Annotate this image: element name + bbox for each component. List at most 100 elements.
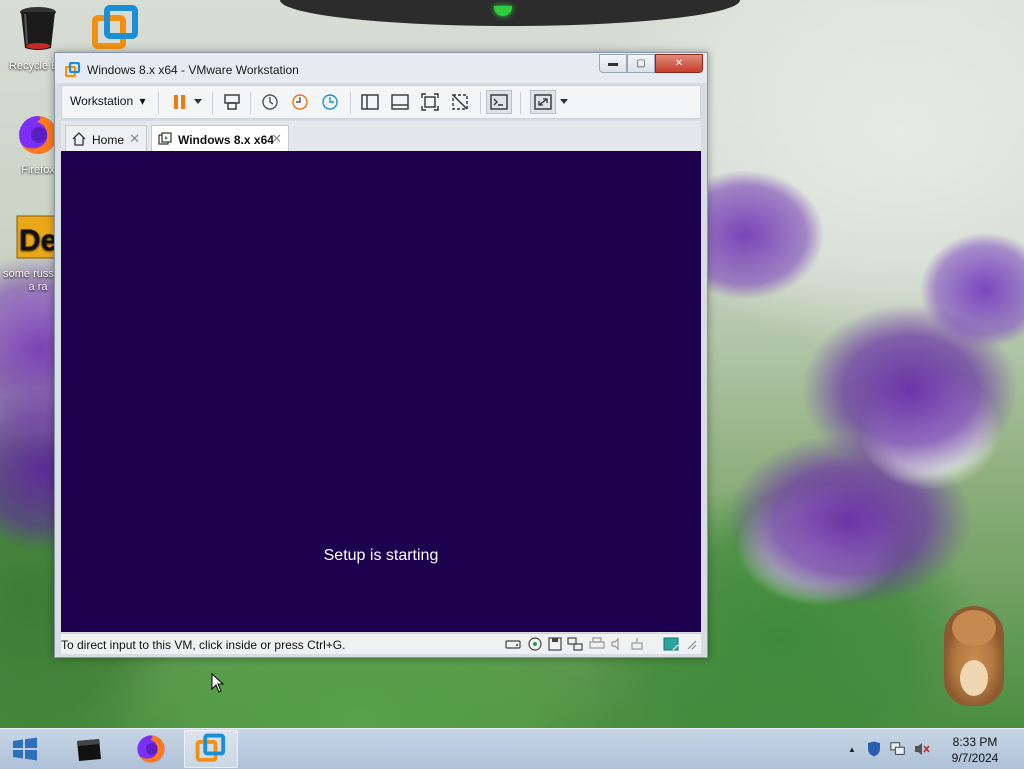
toolbar-separator	[520, 92, 521, 114]
close-button[interactable]: ✕	[655, 54, 703, 73]
pause-button[interactable]	[170, 93, 190, 111]
library-view-button[interactable]	[360, 93, 380, 111]
tray-volume[interactable]	[914, 742, 930, 756]
clock-date: 9/7/2024	[951, 751, 999, 765]
stretch-dropdown-icon	[560, 99, 568, 104]
close-icon[interactable]: ✕	[271, 131, 282, 147]
snapshot-manager-icon	[322, 94, 338, 110]
clock-time: 8:33 PM	[952, 735, 998, 749]
vmware-icon	[92, 5, 138, 49]
tab-home[interactable]: Home ✕	[65, 125, 147, 151]
snapshot-manager-button[interactable]	[320, 93, 340, 111]
send-ctrl-alt-del-button[interactable]	[222, 93, 242, 111]
usb-status[interactable]	[629, 637, 645, 651]
revert-snapshot-button[interactable]	[290, 93, 310, 111]
windows-logo-icon	[13, 737, 37, 761]
floppy-status[interactable]	[547, 637, 563, 651]
dropdown-arrow-icon	[194, 99, 202, 104]
vmware-toolbar: Workstation ▾	[61, 85, 701, 119]
workstation-menu[interactable]: Workstation ▾	[70, 94, 146, 108]
tab-label: Windows 8.x x64	[178, 133, 274, 147]
thumbnail-view-icon	[391, 94, 409, 110]
unity-button[interactable]	[450, 93, 470, 111]
toolbar-separator	[480, 92, 481, 114]
network-tray-icon	[890, 742, 905, 755]
tab-bar: Home ✕ Windows 8.x x64 ✕	[61, 121, 701, 151]
chevron-down-icon: ▾	[139, 94, 146, 108]
minimize-button[interactable]: ▬	[599, 54, 627, 73]
toolbar-separator	[158, 92, 159, 114]
console-view-button[interactable]	[486, 90, 512, 114]
desktop-icon-vmware[interactable]	[80, 4, 152, 58]
stretch-guest-button[interactable]	[530, 90, 556, 114]
vmware-icon	[195, 733, 226, 762]
home-icon	[72, 132, 86, 146]
stretch-dropdown-button[interactable]	[558, 93, 570, 111]
unity-icon	[452, 94, 468, 110]
message-icon	[663, 637, 679, 651]
resize-grip[interactable]	[683, 637, 699, 651]
svg-text:De: De	[19, 224, 57, 257]
toolbar-separator	[350, 92, 351, 114]
toolbar-separator	[250, 92, 251, 114]
stretch-guest-icon	[534, 94, 552, 110]
taskbar: ▲ 8:33 PM 9/7/2024	[0, 728, 1024, 769]
network-status[interactable]	[567, 637, 583, 651]
pause-icon	[174, 95, 185, 109]
printer-icon	[589, 637, 605, 649]
window-title: Windows 8.x x64 - VMware Workstation	[87, 63, 299, 77]
network-icon	[567, 637, 583, 651]
firefox-icon	[137, 735, 165, 763]
resize-grip-icon	[687, 640, 697, 650]
tray-expand-button[interactable]: ▲	[844, 742, 860, 756]
toolbar-separator	[212, 92, 213, 114]
full-screen-icon	[421, 93, 439, 111]
window-titlebar[interactable]: Windows 8.x x64 - VMware Workstation ▬ ▢…	[55, 53, 707, 83]
recycle-bin-icon	[20, 7, 56, 50]
tray-shield[interactable]	[866, 741, 882, 757]
cd-dvd-status[interactable]	[527, 637, 543, 651]
command-prompt-icon	[77, 739, 101, 761]
taskbar-button-command-prompt[interactable]	[62, 730, 116, 768]
message-status[interactable]	[663, 637, 679, 651]
floppy-icon	[548, 637, 562, 651]
setup-status-message: Setup is starting	[323, 547, 439, 564]
tab-windows-vm[interactable]: Windows 8.x x64 ✕	[151, 125, 289, 151]
thumbnail-view-button[interactable]	[390, 93, 410, 111]
vm-statusbar: To direct input to this VM, click inside…	[61, 633, 701, 654]
library-view-icon	[361, 94, 379, 110]
taskbar-clock[interactable]: 8:33 PM 9/7/2024	[938, 734, 1012, 766]
take-snapshot-button[interactable]	[260, 93, 280, 111]
taskbar-button-vmware[interactable]	[184, 730, 238, 768]
cd-dvd-icon	[528, 637, 542, 651]
console-view-icon	[490, 94, 508, 110]
tray-network[interactable]	[890, 742, 906, 756]
power-dropdown-button[interactable]	[192, 93, 204, 111]
tab-label: Home	[92, 133, 125, 147]
hamster-decoration	[944, 606, 1004, 706]
snapshot-take-icon	[262, 94, 278, 110]
taskbar-button-firefox[interactable]	[124, 730, 178, 768]
vmware-window[interactable]: Windows 8.x x64 - VMware Workstation ▬ ▢…	[54, 52, 708, 658]
green-led-indicator	[494, 6, 512, 16]
send-ctrl-alt-del-icon	[224, 94, 240, 110]
maximize-button[interactable]: ▢	[627, 54, 655, 73]
vm-console-screen[interactable]: Setup is starting	[61, 151, 701, 632]
mouse-cursor-icon	[211, 673, 225, 693]
top-notch-decoration	[280, 0, 740, 26]
full-screen-button[interactable]	[420, 93, 440, 111]
hard-disk-icon	[505, 640, 521, 649]
snapshot-revert-icon	[292, 94, 308, 110]
close-icon[interactable]: ✕	[129, 131, 140, 147]
start-button[interactable]	[10, 737, 40, 761]
sound-status[interactable]	[609, 637, 625, 651]
shield-icon	[868, 741, 880, 757]
hard-disk-status[interactable]	[505, 637, 521, 651]
printer-status[interactable]	[589, 637, 605, 651]
usb-icon	[631, 638, 643, 650]
workstation-menu-label: Workstation	[70, 94, 134, 108]
status-hint-text: To direct input to this VM, click inside…	[61, 638, 346, 652]
volume-muted-icon	[915, 743, 930, 755]
firefox-icon	[19, 116, 57, 154]
sound-icon	[611, 637, 619, 651]
